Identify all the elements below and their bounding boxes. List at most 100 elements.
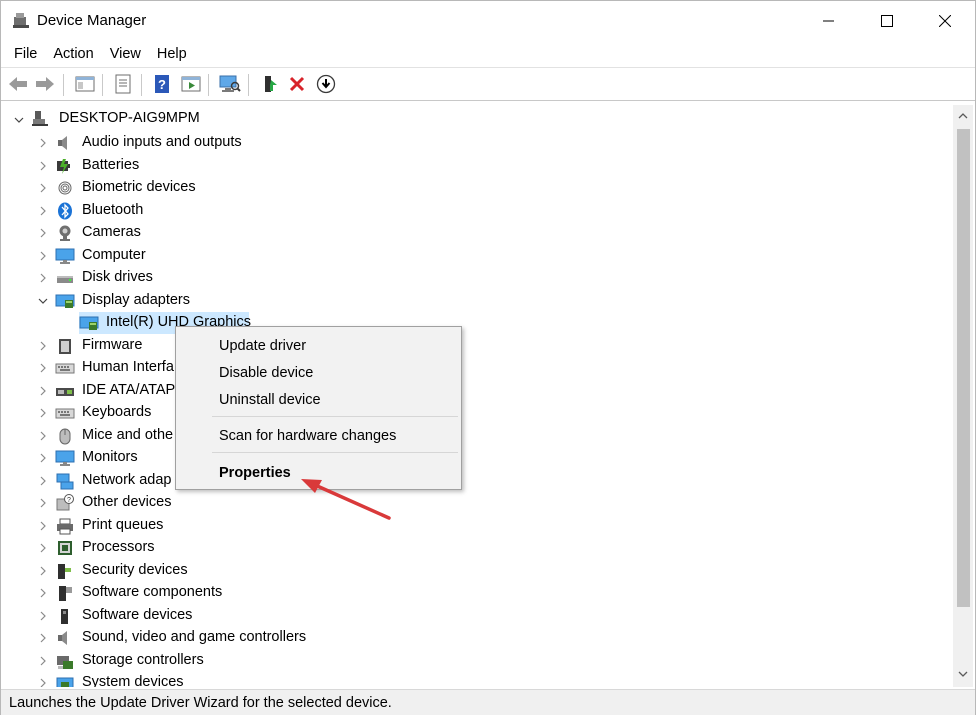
chevron-right-icon[interactable] [37,520,49,532]
chevron-right-icon[interactable] [37,407,49,419]
tree-item-label: Processors [82,539,155,555]
chevron-right-icon[interactable] [37,497,49,509]
show-hide-tree-button[interactable] [73,72,97,96]
svg-text:?: ? [158,77,166,92]
tree-item[interactable]: Cameras [5,222,945,244]
tree-item[interactable]: Software components [5,582,945,604]
mouse-icon [59,428,71,444]
tree-root-label[interactable]: DESKTOP-AIG9MPM [59,110,200,126]
chevron-right-icon[interactable] [37,430,49,442]
scroll-down-button[interactable] [953,665,973,683]
chevron-right-icon[interactable] [37,160,49,172]
properties-button[interactable] [111,72,135,96]
device-manager-window: Device Manager File Action View Help ? D… [0,0,976,715]
tree-item-label: Mice and othe [82,426,174,443]
tree-item[interactable]: Mice and othe [5,425,945,447]
tree-item-label: Disk drives [82,269,153,285]
battery-icon [57,158,70,174]
tree-item-label: Storage controllers [82,651,204,668]
tree-item[interactable]: Keyboards [5,402,945,424]
scroll-thumb[interactable] [957,129,970,607]
minimize-button[interactable] [800,1,858,41]
display-adapter-icon [55,294,75,308]
menu-file[interactable]: File [6,44,45,64]
tree-item[interactable]: Display adapters [5,290,945,312]
menu-view[interactable]: View [102,44,149,64]
display-adapter-icon [79,316,99,330]
tree-item[interactable]: Monitors [5,447,945,469]
back-button[interactable] [6,72,30,96]
tree-item[interactable]: Audio inputs and outputs [5,132,945,154]
toolbar-separator [141,74,142,96]
chevron-right-icon[interactable] [37,205,49,217]
tree-item[interactable]: Network adap [5,470,945,492]
tree-item[interactable]: Biometric devices [5,177,945,199]
tree-item[interactable]: Human Interfa [5,357,945,379]
chevron-down-icon[interactable] [37,295,49,307]
chevron-right-icon[interactable] [37,272,49,284]
ctx-scan-hardware[interactable]: Scan for hardware changes [178,423,459,449]
ctx-properties[interactable]: Properties [178,460,459,486]
tree-item[interactable]: Computer [5,245,945,267]
chevron-right-icon[interactable] [37,452,49,464]
forward-icon [36,77,54,91]
chevron-right-icon[interactable] [37,565,49,577]
chevron-down-icon[interactable] [13,114,25,126]
tree-item[interactable]: Intel(R) UHD Graphics [5,312,945,334]
tree-item[interactable]: Software devices [5,605,945,627]
maximize-button[interactable] [858,1,916,41]
download-button[interactable] [314,72,338,96]
ctx-update-driver[interactable]: Update driver [178,333,459,359]
chevron-right-icon[interactable] [37,385,49,397]
tree-item[interactable]: Sound, video and game controllers [5,627,945,649]
forward-button[interactable] [33,72,57,96]
menu-action[interactable]: Action [45,44,101,64]
tree-item-label: Cameras [82,224,141,240]
vertical-scrollbar[interactable] [953,105,973,687]
menu-help[interactable]: Help [149,44,195,64]
chevron-right-icon[interactable] [37,227,49,239]
chevron-right-icon[interactable] [37,182,49,194]
chevron-down-icon [958,671,968,677]
uninstall-button[interactable] [285,72,309,96]
chevron-right-icon[interactable] [37,587,49,599]
monitor-icon [55,450,75,466]
chevron-right-icon[interactable] [37,250,49,262]
chevron-right-icon[interactable] [37,362,49,374]
tree-item[interactable]: ? Other devices [5,492,945,514]
storage-controller-icon [57,655,73,669]
ide-controller-icon [56,387,74,396]
tree-item[interactable]: Security devices [5,560,945,582]
help-button[interactable]: ? [150,72,174,96]
tree-item-label: Keyboards [82,404,152,420]
chevron-right-icon[interactable] [37,655,49,667]
ctx-separator [212,416,458,417]
chevron-right-icon[interactable] [37,542,49,554]
tree-item[interactable]: Bluetooth [5,200,945,222]
tree-item[interactable]: Disk drives [5,267,945,289]
chevron-right-icon[interactable] [37,632,49,644]
device-tree[interactable]: DESKTOP-AIG9MPM Audio inputs and outputs… [5,105,953,687]
tree-item[interactable]: Storage controllers [5,650,945,672]
scroll-up-button[interactable] [953,107,973,125]
tree-item[interactable]: IDE ATA/ATAPI c [5,380,945,402]
ctx-uninstall-device[interactable]: Uninstall device [178,387,459,413]
chevron-right-icon[interactable] [37,610,49,622]
tree-item[interactable]: System devices [5,672,945,687]
tree-item[interactable]: Batteries [5,155,945,177]
chevron-right-icon[interactable] [37,137,49,149]
ctx-disable-device[interactable]: Disable device [178,360,459,386]
chevron-right-icon[interactable] [37,677,49,687]
tree-item-label: Sound, video and game controllers [82,629,307,645]
tree-item[interactable]: Print queues [5,515,945,537]
tree-item[interactable]: Processors [5,537,945,559]
close-button[interactable] [916,1,974,41]
scan-hardware-button[interactable] [218,72,242,96]
chevron-right-icon[interactable] [37,340,49,352]
minimize-icon [823,20,834,22]
run-action-button[interactable] [179,72,203,96]
title-bar[interactable]: Device Manager [1,1,975,41]
tree-item[interactable]: Firmware [5,335,945,357]
chevron-right-icon[interactable] [37,475,49,487]
update-driver-button[interactable] [258,72,282,96]
